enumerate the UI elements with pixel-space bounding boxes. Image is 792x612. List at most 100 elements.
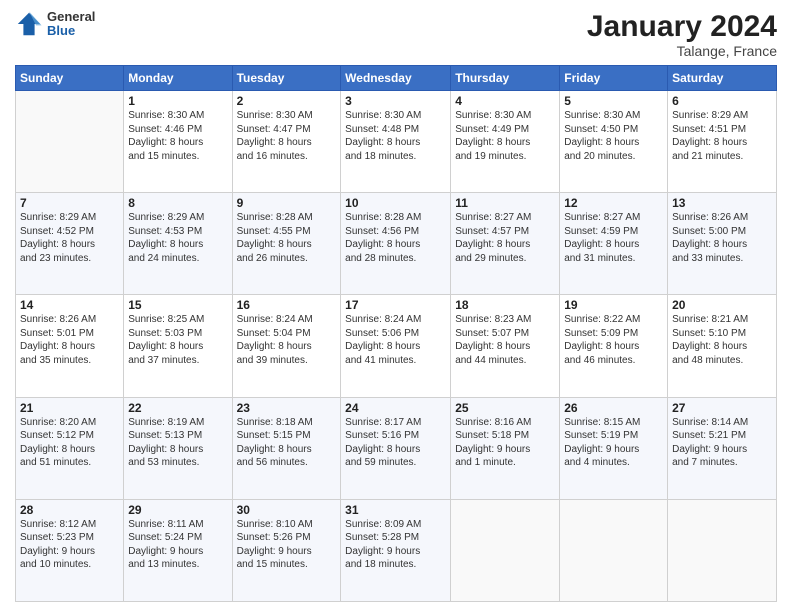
header-friday: Friday — [560, 66, 668, 91]
day-number: 21 — [20, 401, 119, 415]
day-number: 28 — [20, 503, 119, 517]
calendar-cell: 7Sunrise: 8:29 AMSunset: 4:52 PMDaylight… — [16, 193, 124, 295]
day-info: Sunrise: 8:25 AMSunset: 5:03 PMDaylight:… — [128, 313, 227, 367]
day-number: 5 — [564, 94, 663, 108]
day-number: 1 — [128, 94, 227, 108]
day-info: Sunrise: 8:29 AMSunset: 4:51 PMDaylight:… — [672, 109, 772, 163]
day-info: Sunrise: 8:11 AMSunset: 5:24 PMDaylight:… — [128, 518, 227, 572]
day-info: Sunrise: 8:14 AMSunset: 5:21 PMDaylight:… — [672, 416, 772, 470]
day-info: Sunrise: 8:30 AMSunset: 4:46 PMDaylight:… — [128, 109, 227, 163]
day-number: 16 — [237, 298, 337, 312]
header-monday: Monday — [124, 66, 232, 91]
day-info: Sunrise: 8:09 AMSunset: 5:28 PMDaylight:… — [345, 518, 446, 572]
calendar-week-row: 14Sunrise: 8:26 AMSunset: 5:01 PMDayligh… — [16, 295, 777, 397]
logo: General Blue — [15, 10, 95, 39]
day-info: Sunrise: 8:27 AMSunset: 4:59 PMDaylight:… — [564, 211, 663, 265]
day-info: Sunrise: 8:12 AMSunset: 5:23 PMDaylight:… — [20, 518, 119, 572]
day-number: 15 — [128, 298, 227, 312]
calendar-cell: 14Sunrise: 8:26 AMSunset: 5:01 PMDayligh… — [16, 295, 124, 397]
day-number: 13 — [672, 196, 772, 210]
calendar-cell: 1Sunrise: 8:30 AMSunset: 4:46 PMDaylight… — [124, 91, 232, 193]
calendar-cell: 13Sunrise: 8:26 AMSunset: 5:00 PMDayligh… — [668, 193, 777, 295]
calendar-cell: 9Sunrise: 8:28 AMSunset: 4:55 PMDaylight… — [232, 193, 341, 295]
day-info: Sunrise: 8:30 AMSunset: 4:49 PMDaylight:… — [455, 109, 555, 163]
day-number: 18 — [455, 298, 555, 312]
day-number: 10 — [345, 196, 446, 210]
calendar-cell — [560, 499, 668, 601]
header-thursday: Thursday — [451, 66, 560, 91]
logo-text: General Blue — [47, 10, 95, 39]
calendar-cell: 11Sunrise: 8:27 AMSunset: 4:57 PMDayligh… — [451, 193, 560, 295]
day-info: Sunrise: 8:30 AMSunset: 4:48 PMDaylight:… — [345, 109, 446, 163]
calendar-cell: 23Sunrise: 8:18 AMSunset: 5:15 PMDayligh… — [232, 397, 341, 499]
logo-icon — [15, 10, 43, 38]
calendar-cell: 16Sunrise: 8:24 AMSunset: 5:04 PMDayligh… — [232, 295, 341, 397]
calendar-cell: 2Sunrise: 8:30 AMSunset: 4:47 PMDaylight… — [232, 91, 341, 193]
day-number: 8 — [128, 196, 227, 210]
day-info: Sunrise: 8:20 AMSunset: 5:12 PMDaylight:… — [20, 416, 119, 470]
calendar-cell: 5Sunrise: 8:30 AMSunset: 4:50 PMDaylight… — [560, 91, 668, 193]
day-info: Sunrise: 8:24 AMSunset: 5:06 PMDaylight:… — [345, 313, 446, 367]
day-number: 22 — [128, 401, 227, 415]
calendar-cell: 4Sunrise: 8:30 AMSunset: 4:49 PMDaylight… — [451, 91, 560, 193]
location: Talange, France — [587, 43, 777, 59]
header: General Blue January 2024 Talange, Franc… — [15, 10, 777, 59]
day-info: Sunrise: 8:27 AMSunset: 4:57 PMDaylight:… — [455, 211, 555, 265]
day-info: Sunrise: 8:17 AMSunset: 5:16 PMDaylight:… — [345, 416, 446, 470]
day-number: 7 — [20, 196, 119, 210]
calendar-week-row: 28Sunrise: 8:12 AMSunset: 5:23 PMDayligh… — [16, 499, 777, 601]
day-info: Sunrise: 8:26 AMSunset: 5:00 PMDaylight:… — [672, 211, 772, 265]
calendar-cell: 31Sunrise: 8:09 AMSunset: 5:28 PMDayligh… — [341, 499, 451, 601]
calendar-cell: 17Sunrise: 8:24 AMSunset: 5:06 PMDayligh… — [341, 295, 451, 397]
day-info: Sunrise: 8:29 AMSunset: 4:53 PMDaylight:… — [128, 211, 227, 265]
calendar-cell: 21Sunrise: 8:20 AMSunset: 5:12 PMDayligh… — [16, 397, 124, 499]
logo-general: General — [47, 10, 95, 24]
logo-blue: Blue — [47, 24, 95, 38]
day-info: Sunrise: 8:26 AMSunset: 5:01 PMDaylight:… — [20, 313, 119, 367]
weekday-header-row: Sunday Monday Tuesday Wednesday Thursday… — [16, 66, 777, 91]
day-number: 20 — [672, 298, 772, 312]
day-number: 23 — [237, 401, 337, 415]
page: General Blue January 2024 Talange, Franc… — [0, 0, 792, 612]
day-number: 3 — [345, 94, 446, 108]
calendar-cell: 20Sunrise: 8:21 AMSunset: 5:10 PMDayligh… — [668, 295, 777, 397]
day-number: 27 — [672, 401, 772, 415]
calendar-cell: 26Sunrise: 8:15 AMSunset: 5:19 PMDayligh… — [560, 397, 668, 499]
day-number: 14 — [20, 298, 119, 312]
day-info: Sunrise: 8:21 AMSunset: 5:10 PMDaylight:… — [672, 313, 772, 367]
calendar-cell — [16, 91, 124, 193]
calendar-cell: 27Sunrise: 8:14 AMSunset: 5:21 PMDayligh… — [668, 397, 777, 499]
calendar-week-row: 7Sunrise: 8:29 AMSunset: 4:52 PMDaylight… — [16, 193, 777, 295]
header-wednesday: Wednesday — [341, 66, 451, 91]
day-number: 19 — [564, 298, 663, 312]
day-info: Sunrise: 8:16 AMSunset: 5:18 PMDaylight:… — [455, 416, 555, 470]
day-info: Sunrise: 8:15 AMSunset: 5:19 PMDaylight:… — [564, 416, 663, 470]
calendar-cell: 22Sunrise: 8:19 AMSunset: 5:13 PMDayligh… — [124, 397, 232, 499]
day-number: 17 — [345, 298, 446, 312]
day-number: 4 — [455, 94, 555, 108]
day-info: Sunrise: 8:23 AMSunset: 5:07 PMDaylight:… — [455, 313, 555, 367]
calendar-cell: 15Sunrise: 8:25 AMSunset: 5:03 PMDayligh… — [124, 295, 232, 397]
calendar-cell: 10Sunrise: 8:28 AMSunset: 4:56 PMDayligh… — [341, 193, 451, 295]
day-info: Sunrise: 8:28 AMSunset: 4:55 PMDaylight:… — [237, 211, 337, 265]
day-info: Sunrise: 8:18 AMSunset: 5:15 PMDaylight:… — [237, 416, 337, 470]
day-info: Sunrise: 8:30 AMSunset: 4:50 PMDaylight:… — [564, 109, 663, 163]
day-info: Sunrise: 8:19 AMSunset: 5:13 PMDaylight:… — [128, 416, 227, 470]
day-number: 31 — [345, 503, 446, 517]
day-info: Sunrise: 8:29 AMSunset: 4:52 PMDaylight:… — [20, 211, 119, 265]
calendar-cell: 12Sunrise: 8:27 AMSunset: 4:59 PMDayligh… — [560, 193, 668, 295]
calendar-cell: 28Sunrise: 8:12 AMSunset: 5:23 PMDayligh… — [16, 499, 124, 601]
day-number: 12 — [564, 196, 663, 210]
day-info: Sunrise: 8:24 AMSunset: 5:04 PMDaylight:… — [237, 313, 337, 367]
month-title: January 2024 — [587, 10, 777, 43]
calendar-cell: 25Sunrise: 8:16 AMSunset: 5:18 PMDayligh… — [451, 397, 560, 499]
title-block: January 2024 Talange, France — [587, 10, 777, 59]
calendar-week-row: 21Sunrise: 8:20 AMSunset: 5:12 PMDayligh… — [16, 397, 777, 499]
day-info: Sunrise: 8:10 AMSunset: 5:26 PMDaylight:… — [237, 518, 337, 572]
day-number: 24 — [345, 401, 446, 415]
day-number: 11 — [455, 196, 555, 210]
calendar-cell: 29Sunrise: 8:11 AMSunset: 5:24 PMDayligh… — [124, 499, 232, 601]
calendar-cell: 24Sunrise: 8:17 AMSunset: 5:16 PMDayligh… — [341, 397, 451, 499]
calendar-cell — [668, 499, 777, 601]
calendar-cell: 19Sunrise: 8:22 AMSunset: 5:09 PMDayligh… — [560, 295, 668, 397]
